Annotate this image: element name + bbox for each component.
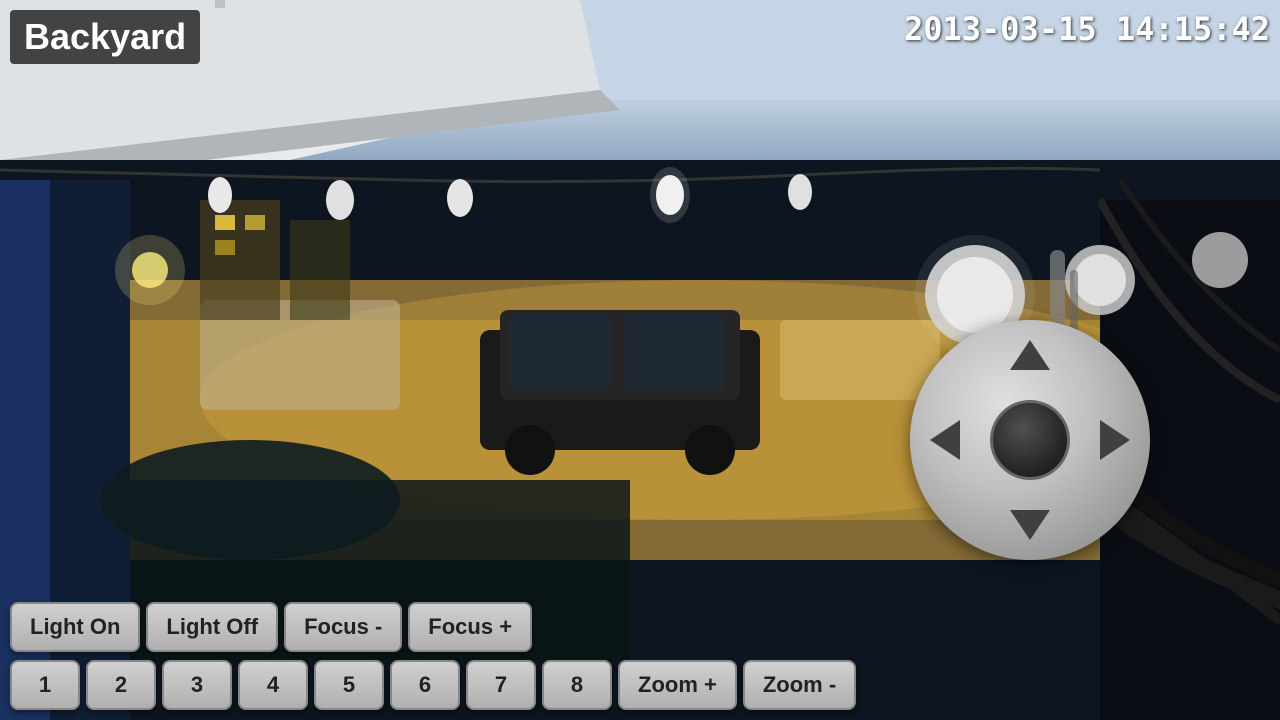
preset-4-button[interactable]: 4 bbox=[238, 660, 308, 710]
dpad-down-button[interactable] bbox=[1010, 510, 1050, 540]
preset-1-button[interactable]: 1 bbox=[10, 660, 80, 710]
dpad-up-button[interactable] bbox=[1010, 340, 1050, 370]
dpad-left-button[interactable] bbox=[930, 420, 960, 460]
light-off-button[interactable]: Light Off bbox=[146, 602, 278, 652]
light-on-button[interactable]: Light On bbox=[10, 602, 140, 652]
timestamp-display: 2013-03-15 14:15:42 bbox=[904, 10, 1270, 48]
zoom-plus-button[interactable]: Zoom + bbox=[618, 660, 737, 710]
zoom-minus-button[interactable]: Zoom - bbox=[743, 660, 856, 710]
preset-3-button[interactable]: 3 bbox=[162, 660, 232, 710]
camera-view: Backyard 2013-03-15 14:15:42 Light OnLig… bbox=[0, 0, 1280, 720]
preset-2-button[interactable]: 2 bbox=[86, 660, 156, 710]
control-row-2: 12345678Zoom +Zoom - bbox=[10, 660, 856, 710]
dpad-center-button[interactable] bbox=[990, 400, 1070, 480]
preset-8-button[interactable]: 8 bbox=[542, 660, 612, 710]
preset-6-button[interactable]: 6 bbox=[390, 660, 460, 710]
controls-bar: Light OnLight OffFocus -Focus + 12345678… bbox=[0, 570, 1280, 720]
focus-plus-button[interactable]: Focus + bbox=[408, 602, 532, 652]
location-label: Backyard bbox=[10, 10, 200, 64]
dpad-container bbox=[910, 320, 1150, 580]
focus-minus-button[interactable]: Focus - bbox=[284, 602, 402, 652]
preset-5-button[interactable]: 5 bbox=[314, 660, 384, 710]
dpad-right-button[interactable] bbox=[1100, 420, 1130, 460]
control-row-1: Light OnLight OffFocus -Focus + bbox=[10, 602, 532, 652]
preset-7-button[interactable]: 7 bbox=[466, 660, 536, 710]
dpad bbox=[910, 320, 1150, 560]
